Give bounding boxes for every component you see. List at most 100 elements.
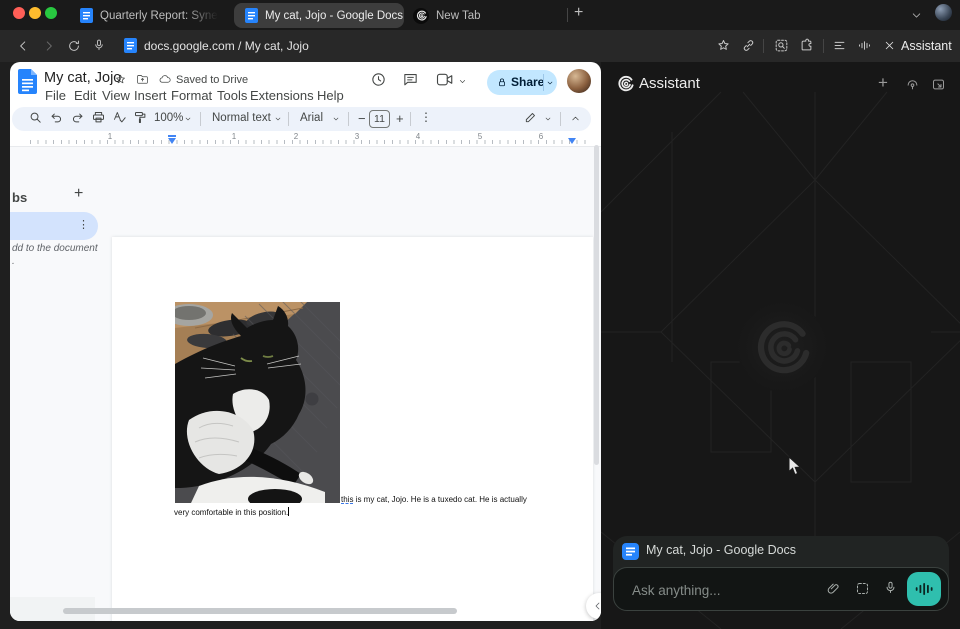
paragraph-style-select[interactable]: Normal text [212, 112, 271, 124]
font-size-increase[interactable]: + [396, 111, 404, 126]
tab-my-cat-jojo[interactable]: My cat, Jojo - Google Docs [234, 3, 404, 28]
collapse-toolbar-icon[interactable] [570, 113, 581, 124]
new-tab-button[interactable]: + [574, 4, 583, 22]
menu-view[interactable]: View [102, 88, 130, 103]
tab-overview-chevron-icon[interactable] [910, 9, 923, 22]
document-page[interactable]: this is my cat, Jojo. He is a tuxedo cat… [112, 237, 593, 621]
close-window-button[interactable] [13, 7, 25, 19]
redo-icon[interactable] [70, 110, 85, 125]
font-select[interactable]: Arial [300, 112, 323, 124]
document-text-line-1[interactable]: this is my cat, Jojo. He is a tuxedo cat… [341, 494, 527, 506]
meet-camera-icon[interactable] [436, 72, 454, 87]
tab-label: My cat, Jojo - Google Docs [265, 10, 403, 22]
flagged-word[interactable]: this [341, 495, 353, 504]
waveform-icon[interactable] [857, 38, 872, 53]
cloud-saved-icon [158, 73, 172, 86]
add-tab-button[interactable]: + [74, 185, 83, 203]
menu-format[interactable]: Format [171, 88, 212, 103]
new-thread-icon[interactable]: + [878, 73, 888, 93]
minimize-window-button[interactable] [29, 7, 41, 19]
tab-quarterly-report[interactable]: Quarterly Report: Synergisti [80, 3, 218, 28]
voice-search-icon[interactable] [92, 38, 106, 52]
paint-format-icon[interactable] [133, 110, 148, 125]
share-button[interactable]: Share [487, 70, 557, 95]
menu-help[interactable]: Help [317, 88, 344, 103]
left-indent-marker[interactable] [168, 138, 176, 144]
share-label: Share [511, 75, 544, 89]
google-docs-icon [124, 38, 137, 53]
mouse-cursor [788, 456, 802, 476]
microphone-icon[interactable] [883, 580, 898, 595]
star-document-icon[interactable] [114, 73, 127, 86]
web-content-google-docs: My cat, Jojo Saved to Drive File Edit Vi… [10, 62, 601, 621]
screenshot-select-icon[interactable] [855, 581, 870, 596]
version-history-icon[interactable] [370, 71, 387, 88]
undo-icon[interactable] [49, 110, 64, 125]
toolbar-divider [410, 112, 411, 126]
horizontal-scrollbar[interactable] [63, 608, 457, 614]
camera-caret-icon[interactable] [458, 77, 467, 86]
attach-paperclip-icon[interactable] [826, 581, 841, 596]
menu-file[interactable]: File [45, 88, 66, 103]
bookmark-star-icon[interactable] [716, 38, 731, 53]
selected-doc-tab-pill[interactable]: ⋮ [10, 212, 98, 240]
zoom-caret-icon[interactable] [184, 115, 192, 123]
document-title[interactable]: My cat, Jojo [44, 70, 121, 86]
google-docs-logo[interactable] [18, 69, 37, 94]
vertical-scrollbar[interactable] [594, 145, 599, 465]
share-caret-icon[interactable] [546, 79, 554, 87]
reload-icon[interactable] [67, 39, 81, 53]
close-assistant-icon[interactable] [883, 39, 896, 52]
zoom-select[interactable]: 100% [154, 112, 183, 124]
comments-icon[interactable] [402, 71, 419, 88]
assistant-logo-icon [617, 75, 634, 92]
ruler-number: 6 [536, 132, 546, 141]
tabs-panel-hint-fragment: dd to the document [12, 243, 98, 254]
menu-edit[interactable]: Edit [74, 88, 96, 103]
browser-toolbar: docs.google.com / My cat, Jojo Assistant [0, 30, 960, 62]
document-text-line-2[interactable]: very comfortable in this position. [174, 507, 289, 519]
text-cursor [288, 507, 289, 516]
menu-lines-icon[interactable] [832, 38, 847, 53]
ask-input[interactable] [630, 578, 814, 602]
extensions-icon[interactable] [799, 38, 814, 53]
first-line-indent-marker[interactable] [168, 135, 176, 137]
google-docs-icon [80, 8, 93, 23]
open-in-window-icon[interactable] [931, 77, 946, 92]
spellcheck-icon[interactable] [112, 110, 127, 125]
address-bar[interactable]: docs.google.com / My cat, Jojo [144, 39, 309, 53]
search-icon[interactable] [28, 110, 43, 125]
cat-photo[interactable] [175, 302, 340, 503]
menu-extensions[interactable]: Extensions [250, 88, 314, 103]
tab-label: New Tab [436, 10, 481, 22]
assistant-panel: Assistant + My cat, Jojo - Google Docs [601, 62, 960, 629]
voice-mode-icon[interactable] [905, 77, 920, 92]
more-options-icon[interactable]: ⋮ [420, 110, 432, 124]
menu-insert[interactable]: Insert [134, 88, 167, 103]
screenshot-search-icon[interactable] [774, 38, 789, 53]
menu-tools[interactable]: Tools [217, 88, 247, 103]
move-to-folder-icon[interactable] [136, 73, 149, 86]
editing-mode-pen-icon[interactable] [524, 110, 538, 124]
tabs-panel-hint-fragment-2: . [12, 256, 15, 267]
account-avatar[interactable] [567, 69, 591, 93]
profile-avatar[interactable] [935, 4, 952, 21]
print-icon[interactable] [91, 110, 106, 125]
back-icon[interactable] [16, 39, 30, 53]
style-caret-icon[interactable] [274, 115, 282, 123]
font-caret-icon[interactable] [332, 115, 340, 123]
font-size-field[interactable]: 11 [369, 110, 390, 128]
copy-link-icon[interactable] [741, 38, 756, 53]
editing-mode-caret-icon[interactable] [544, 115, 552, 123]
right-indent-marker[interactable] [568, 138, 576, 144]
voice-submit-button[interactable] [907, 572, 941, 606]
ask-input-container [613, 567, 949, 611]
assistant-toggle-label[interactable]: Assistant [901, 39, 952, 53]
tab-new-tab[interactable]: New Tab [413, 3, 481, 28]
ruler-number: 3 [352, 132, 362, 141]
zoom-window-button[interactable] [45, 7, 57, 19]
tab-options-icon[interactable]: ⋮ [78, 218, 89, 231]
forward-icon[interactable] [42, 39, 56, 53]
font-size-decrease[interactable]: − [358, 111, 366, 126]
save-status[interactable]: Saved to Drive [176, 74, 248, 86]
